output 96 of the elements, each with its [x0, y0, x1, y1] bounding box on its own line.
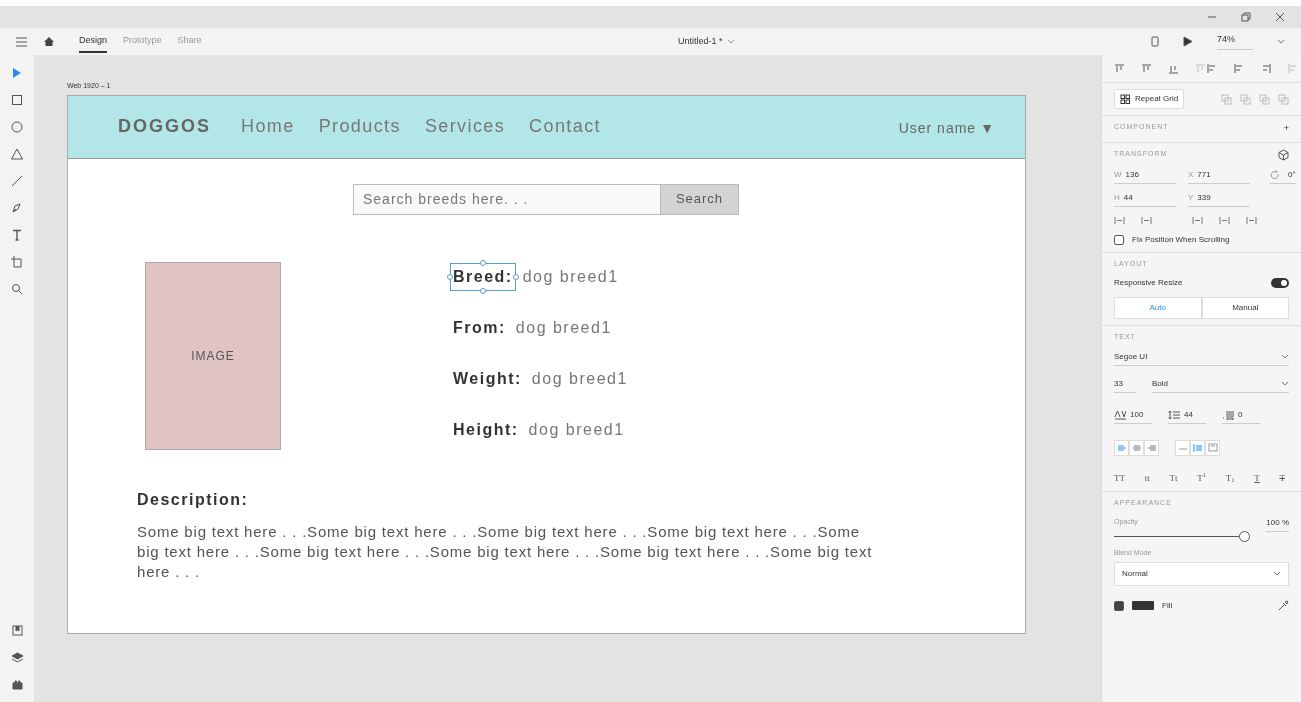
zoom-field[interactable]: 74%: [1217, 33, 1253, 50]
chevron-down-icon: [1281, 354, 1289, 359]
image-label: IMAGE: [191, 347, 235, 365]
selection-frame[interactable]: Breed:: [451, 263, 515, 290]
rotation-field[interactable]: 0°: [1270, 168, 1296, 184]
text-style-button[interactable]: TT: [1114, 471, 1125, 485]
tab[interactable]: Design: [79, 29, 107, 54]
font-size-field[interactable]: 33: [1114, 377, 1136, 393]
search-button[interactable]: Search: [661, 183, 739, 215]
detail-value: dog breed1: [522, 266, 619, 287]
caret-icon[interactable]: ▼: [980, 118, 995, 139]
align-right-icon[interactable]: [1260, 63, 1271, 74]
user-name[interactable]: User name: [898, 118, 977, 139]
text-style-button[interactable]: T$_{1}$: [1225, 471, 1235, 485]
transform-field[interactable]: X 771: [1188, 168, 1250, 184]
brand-logo[interactable]: DOGGOS: [118, 113, 211, 140]
rotate-icon: [1270, 169, 1280, 180]
detail-label[interactable]: Weight:: [451, 365, 524, 392]
search-icon[interactable]: [10, 281, 24, 296]
transform-field[interactable]: Y 339: [1188, 191, 1250, 207]
font-dropdown[interactable]: Segoe UI: [1114, 350, 1289, 366]
slider-thumb[interactable]: [1239, 531, 1251, 542]
add-component-button[interactable]: +: [1283, 122, 1289, 136]
paragraph-spacing-icon: [1222, 409, 1234, 420]
toggle-label: Responsive Resize: [1114, 277, 1183, 289]
align-bottom-icon[interactable]: [1168, 63, 1179, 74]
description-text: Some big text here . . .Some big text here . . .Some big text here . . .Some big text here . . .Some big text here . . .Some big text here . . .Some big text here . . .Some big text here . . .Some big text here . . .: [137, 521, 874, 582]
spacing-field[interactable]: 100: [1114, 408, 1152, 424]
text-sizing-icon: [1192, 443, 1203, 452]
checkbox[interactable]: [1114, 600, 1124, 611]
detail-label[interactable]: Height:: [451, 416, 521, 443]
text-sizing-icon: [1207, 443, 1218, 452]
spacing-field[interactable]: 0: [1222, 408, 1260, 424]
plugins-icon[interactable]: [10, 678, 24, 691]
font-weight-dropdown[interactable]: Bold: [1152, 377, 1289, 393]
text-align-icon: [1146, 443, 1157, 452]
triangle-icon[interactable]: [10, 146, 24, 161]
rectangle-icon[interactable]: [10, 92, 24, 107]
search-field[interactable]: Search breeds here. . .: [353, 183, 661, 215]
text-style-button[interactable]: T: [1279, 471, 1285, 485]
transform-field[interactable]: W 136: [1114, 168, 1176, 184]
cube-icon[interactable]: [1278, 148, 1289, 161]
repeat-grid-button[interactable]: Repeat Grid: [1114, 89, 1185, 109]
play-icon[interactable]: [1183, 36, 1193, 47]
detail-label-text[interactable]: Breed:: [453, 267, 513, 285]
selection-handle[interactable]: [512, 273, 519, 280]
selection-handle[interactable]: [479, 287, 486, 294]
segment-button[interactable]: Manual: [1201, 297, 1289, 319]
align-top-icon[interactable]: [1114, 63, 1125, 74]
text-align-icon: [1131, 443, 1142, 452]
opacity-field[interactable]: 100 %: [1266, 516, 1289, 532]
fill-label: Fill: [1162, 599, 1174, 612]
text-style-button[interactable]: tt: [1144, 471, 1150, 485]
checkbox[interactable]: [1114, 234, 1124, 245]
text-align-icon: [1116, 443, 1127, 452]
text-align-button[interactable]: [1129, 439, 1144, 456]
toggle-switch[interactable]: [1271, 278, 1289, 288]
chevron-down-icon[interactable]: [726, 39, 735, 44]
character-spacing-icon: [1114, 409, 1126, 420]
transform-field[interactable]: H 44: [1114, 191, 1176, 207]
restore-icon[interactable]: [1241, 12, 1251, 22]
chevron-down-icon: [1273, 571, 1281, 576]
color-swatch[interactable]: [1132, 601, 1154, 610]
align-left-icon[interactable]: [1206, 63, 1217, 74]
text-align-button[interactable]: [1144, 439, 1159, 456]
text-style-button[interactable]: Tt: [1169, 471, 1178, 485]
grid-icon: [1120, 93, 1131, 105]
spacing-field[interactable]: 44: [1168, 408, 1206, 424]
detail-value: dog breed1: [528, 419, 625, 440]
chevron-down-icon: [1281, 381, 1289, 386]
mobile-device-icon[interactable]: [1151, 36, 1159, 47]
description-heading: Description:: [137, 489, 250, 510]
menu-icon[interactable]: [16, 36, 27, 47]
detail-label[interactable]: From:: [451, 314, 508, 341]
detail-value: dog breed1: [515, 317, 612, 338]
blend-mode-dropdown[interactable]: Normal: [1114, 561, 1289, 586]
assets-icon[interactable]: [10, 624, 24, 637]
document-title[interactable]: Untitled-1 *: [678, 34, 723, 49]
checkbox-label[interactable]: Fix Position When Scrolling: [1132, 233, 1230, 246]
chevron-down-icon[interactable]: [1277, 39, 1285, 44]
home-icon[interactable]: [43, 36, 55, 47]
line-icon[interactable]: [10, 173, 24, 188]
eyedropper-icon[interactable]: [1278, 600, 1289, 611]
artboard-icon[interactable]: [10, 254, 24, 269]
line-spacing-icon: [1168, 409, 1180, 420]
text-style-button[interactable]: T: [1254, 471, 1260, 485]
close-icon[interactable]: [1275, 12, 1285, 22]
pen-icon[interactable]: [10, 200, 24, 215]
layers-icon[interactable]: [10, 651, 24, 664]
text-style-button[interactable]: T$^{1}$: [1197, 471, 1206, 485]
selection-handle[interactable]: [447, 273, 453, 280]
detail-value: dog breed1: [531, 368, 628, 389]
text-icon[interactable]: [10, 227, 24, 242]
selection-handle[interactable]: [479, 259, 486, 266]
segment-button[interactable]: Auto: [1114, 297, 1202, 319]
ellipse-icon[interactable]: [10, 119, 24, 134]
